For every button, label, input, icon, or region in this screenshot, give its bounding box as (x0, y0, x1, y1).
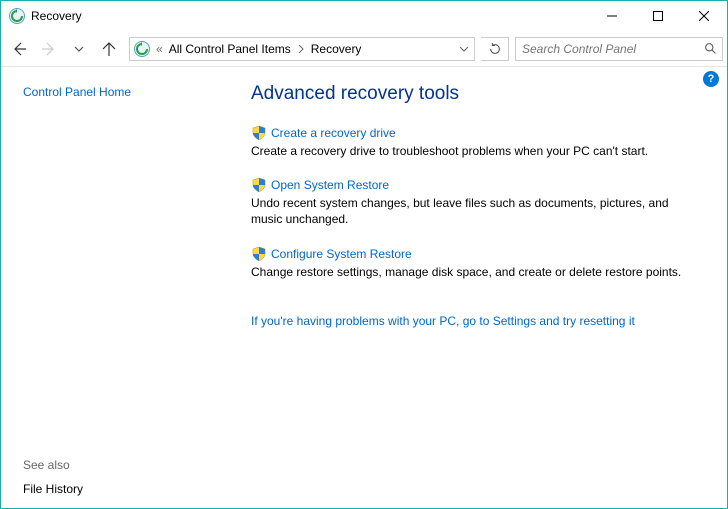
open-system-restore-link[interactable]: Open System Restore (271, 178, 389, 192)
forward-button[interactable] (35, 35, 63, 63)
breadcrumb-all-items[interactable]: All Control Panel Items (165, 42, 295, 56)
close-icon (699, 11, 709, 21)
page-heading: Advanced recovery tools (251, 83, 703, 105)
see-also-label: See also (23, 458, 199, 472)
up-button[interactable] (95, 35, 123, 63)
address-dropdown-button[interactable] (454, 45, 474, 53)
search-input[interactable] (516, 42, 698, 56)
uac-shield-icon (251, 177, 267, 193)
sidebar: Control Panel Home See also File History (1, 67, 211, 508)
breadcrumb-recovery[interactable]: Recovery (307, 42, 366, 56)
refresh-button[interactable] (481, 37, 509, 61)
open-system-restore-desc: Undo recent system changes, but leave fi… (251, 195, 703, 227)
main-panel: Advanced recovery tools Create a recover… (211, 67, 727, 508)
tool-open-system-restore: Open System Restore Undo recent system c… (251, 177, 703, 227)
chevron-right-icon (297, 45, 305, 53)
create-recovery-drive-link[interactable]: Create a recovery drive (271, 126, 396, 140)
address-bar[interactable]: « All Control Panel Items Recovery (129, 37, 475, 61)
minimize-button[interactable] (589, 1, 635, 31)
recovery-app-icon (9, 8, 25, 24)
maximize-icon (653, 11, 663, 21)
recovery-breadcrumb-icon (134, 41, 150, 57)
chevron-down-icon (460, 45, 468, 53)
recent-locations-button[interactable] (65, 35, 93, 63)
title-bar: Recovery (1, 1, 727, 31)
content-area: ? Control Panel Home See also File Histo… (1, 67, 727, 508)
arrow-up-icon (101, 41, 117, 57)
navigation-toolbar: « All Control Panel Items Recovery (1, 31, 727, 67)
create-recovery-drive-desc: Create a recovery drive to troubleshoot … (251, 143, 703, 159)
refresh-icon (488, 42, 502, 56)
chevron-down-icon (74, 44, 84, 54)
search-icon (704, 42, 717, 55)
configure-system-restore-desc: Change restore settings, manage disk spa… (251, 264, 703, 280)
help-icon: ? (708, 73, 715, 85)
tool-create-recovery-drive: Create a recovery drive Create a recover… (251, 125, 703, 159)
uac-shield-icon (251, 246, 267, 262)
search-box[interactable] (515, 37, 723, 61)
close-button[interactable] (681, 1, 727, 31)
uac-shield-icon (251, 125, 267, 141)
breadcrumb-separator (295, 42, 307, 56)
configure-system-restore-link[interactable]: Configure System Restore (271, 247, 412, 261)
help-button[interactable]: ? (703, 71, 719, 87)
arrow-left-icon (11, 41, 27, 57)
back-button[interactable] (5, 35, 33, 63)
reset-pc-link[interactable]: If you're having problems with your PC, … (251, 314, 635, 328)
arrow-right-icon (41, 41, 57, 57)
file-history-link[interactable]: File History (23, 482, 199, 496)
window-frame: Recovery « (0, 0, 728, 509)
tool-configure-system-restore: Configure System Restore Change restore … (251, 246, 703, 280)
minimize-icon (607, 11, 617, 21)
search-button[interactable] (698, 42, 722, 55)
breadcrumb-overflow[interactable]: « (154, 42, 165, 56)
maximize-button[interactable] (635, 1, 681, 31)
control-panel-home-link[interactable]: Control Panel Home (23, 85, 199, 99)
window-title: Recovery (31, 9, 82, 23)
